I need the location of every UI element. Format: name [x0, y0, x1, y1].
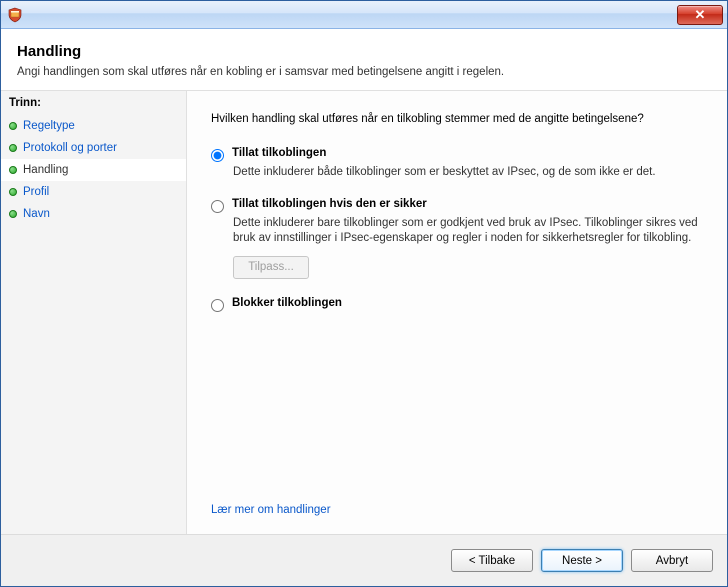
step-bullet-icon	[9, 188, 17, 196]
option-block-label: Blokker tilkoblingen	[232, 297, 342, 309]
step-label: Handling	[23, 164, 68, 176]
option-allow-row[interactable]: Tillat tilkoblingen	[211, 147, 703, 162]
option-allow-secure-row[interactable]: Tillat tilkoblingen hvis den er sikker	[211, 198, 703, 213]
learn-more-link[interactable]: Lær mer om handlinger	[211, 504, 331, 516]
step-label: Protokoll og porter	[23, 142, 117, 154]
step-navn[interactable]: Navn	[1, 203, 186, 225]
step-label: Navn	[23, 208, 50, 220]
wizard-body: Trinn: Regeltype Protokoll og porter Han…	[1, 90, 727, 534]
sidebar-title: Trinn:	[1, 93, 186, 115]
close-icon: ✕	[695, 7, 706, 23]
option-allow: Tillat tilkoblingen Dette inkluderer båd…	[211, 147, 703, 180]
wizard-header: Handling Angi handlingen som skal utføre…	[1, 29, 727, 90]
radio-block[interactable]	[211, 299, 224, 312]
step-bullet-icon	[9, 210, 17, 218]
cancel-button[interactable]: Avbryt	[631, 549, 713, 572]
page-title: Handling	[17, 43, 711, 60]
content-pane: Hvilken handling skal utføres når en til…	[187, 91, 727, 534]
sidebar: Trinn: Regeltype Protokoll og porter Han…	[1, 91, 187, 534]
step-profil[interactable]: Profil	[1, 181, 186, 203]
titlebar-left	[7, 7, 27, 23]
option-block-row[interactable]: Blokker tilkoblingen	[211, 297, 703, 312]
page-subtitle: Angi handlingen som skal utføres når en …	[17, 66, 711, 78]
back-button[interactable]: < Tilbake	[451, 549, 533, 572]
option-allow-desc: Dette inkluderer både tilkoblinger som e…	[233, 165, 703, 180]
step-protokoll-og-porter[interactable]: Protokoll og porter	[1, 137, 186, 159]
next-button[interactable]: Neste >	[541, 549, 623, 572]
option-allow-secure: Tillat tilkoblingen hvis den er sikker D…	[211, 198, 703, 279]
wizard-window: ✕ Handling Angi handlingen som skal utfø…	[0, 0, 728, 587]
option-allow-secure-desc: Dette inkluderer bare tilkoblinger som e…	[233, 216, 703, 246]
step-label: Regeltype	[23, 120, 75, 132]
titlebar: ✕	[1, 1, 727, 29]
radio-allow-secure[interactable]	[211, 200, 224, 213]
step-bullet-icon	[9, 166, 17, 174]
customize-button: Tilpass...	[233, 256, 309, 279]
option-allow-secure-label: Tillat tilkoblingen hvis den er sikker	[232, 198, 427, 210]
question-text: Hvilken handling skal utføres når en til…	[211, 113, 703, 125]
wizard-footer: < Tilbake Neste > Avbryt	[1, 534, 727, 586]
step-regeltype[interactable]: Regeltype	[1, 115, 186, 137]
customize-wrap: Tilpass...	[233, 256, 703, 279]
close-button[interactable]: ✕	[677, 5, 723, 25]
radio-allow[interactable]	[211, 149, 224, 162]
step-label: Profil	[23, 186, 49, 198]
step-bullet-icon	[9, 144, 17, 152]
app-icon	[7, 7, 23, 23]
step-bullet-icon	[9, 122, 17, 130]
step-handling[interactable]: Handling	[1, 159, 186, 181]
option-block: Blokker tilkoblingen	[211, 297, 703, 312]
option-allow-label: Tillat tilkoblingen	[232, 147, 326, 159]
